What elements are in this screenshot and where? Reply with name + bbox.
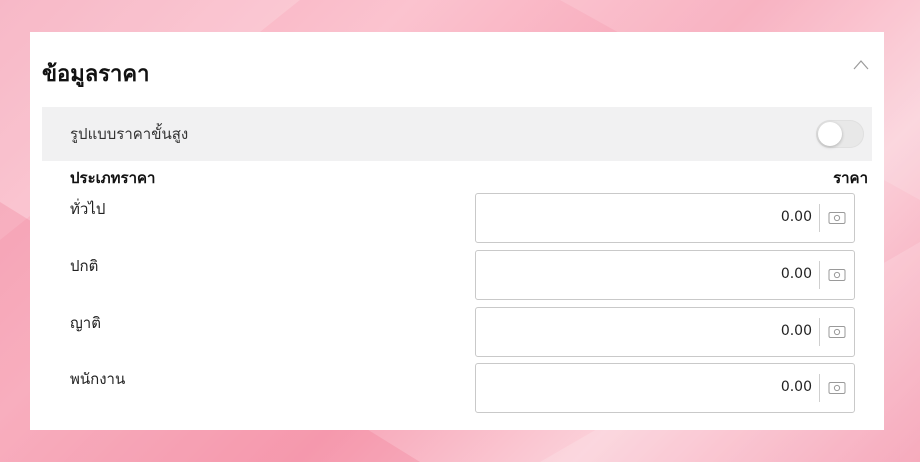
money-icon xyxy=(828,210,846,224)
price-row-label: ทั่วไป xyxy=(70,200,106,218)
price-row-general: ทั่วไป 0.00 xyxy=(30,193,884,245)
input-divider xyxy=(819,318,820,346)
money-icon xyxy=(828,380,846,394)
price-type-header: ประเภทราคา xyxy=(70,169,156,187)
money-icon xyxy=(828,267,846,281)
price-value: 0.00 xyxy=(780,323,812,339)
input-divider xyxy=(819,374,820,402)
price-input-general[interactable]: 0.00 xyxy=(475,193,855,243)
toggle-knob xyxy=(818,122,842,146)
price-row-label: ปกติ xyxy=(70,257,99,275)
price-row-label: พนักงาน xyxy=(70,370,126,388)
input-divider xyxy=(819,204,820,232)
price-info-panel: ข้อมูลราคา รูปแบบราคาขั้นสูง ประเภทราคา … xyxy=(30,32,884,430)
price-row-relative: ญาติ 0.00 xyxy=(30,307,884,359)
price-input-relative[interactable]: 0.00 xyxy=(475,307,855,357)
price-header: ราคา xyxy=(833,169,868,187)
price-value: 0.00 xyxy=(780,266,812,282)
chevron-up-icon[interactable] xyxy=(852,56,870,74)
price-row-employee: พนักงาน 0.00 xyxy=(30,363,884,415)
price-value: 0.00 xyxy=(780,209,812,225)
price-value: 0.00 xyxy=(780,379,812,395)
price-row-normal: ปกติ 0.00 xyxy=(30,250,884,302)
price-input-employee[interactable]: 0.00 xyxy=(475,363,855,413)
advanced-pricing-toggle[interactable] xyxy=(816,120,864,148)
money-icon xyxy=(828,324,846,338)
price-input-normal[interactable]: 0.00 xyxy=(475,250,855,300)
panel-title: ข้อมูลราคา xyxy=(42,62,150,87)
advanced-pricing-label: รูปแบบราคาขั้นสูง xyxy=(70,125,189,143)
input-divider xyxy=(819,261,820,289)
advanced-pricing-row: รูปแบบราคาขั้นสูง xyxy=(42,107,872,161)
price-row-label: ญาติ xyxy=(70,314,101,332)
